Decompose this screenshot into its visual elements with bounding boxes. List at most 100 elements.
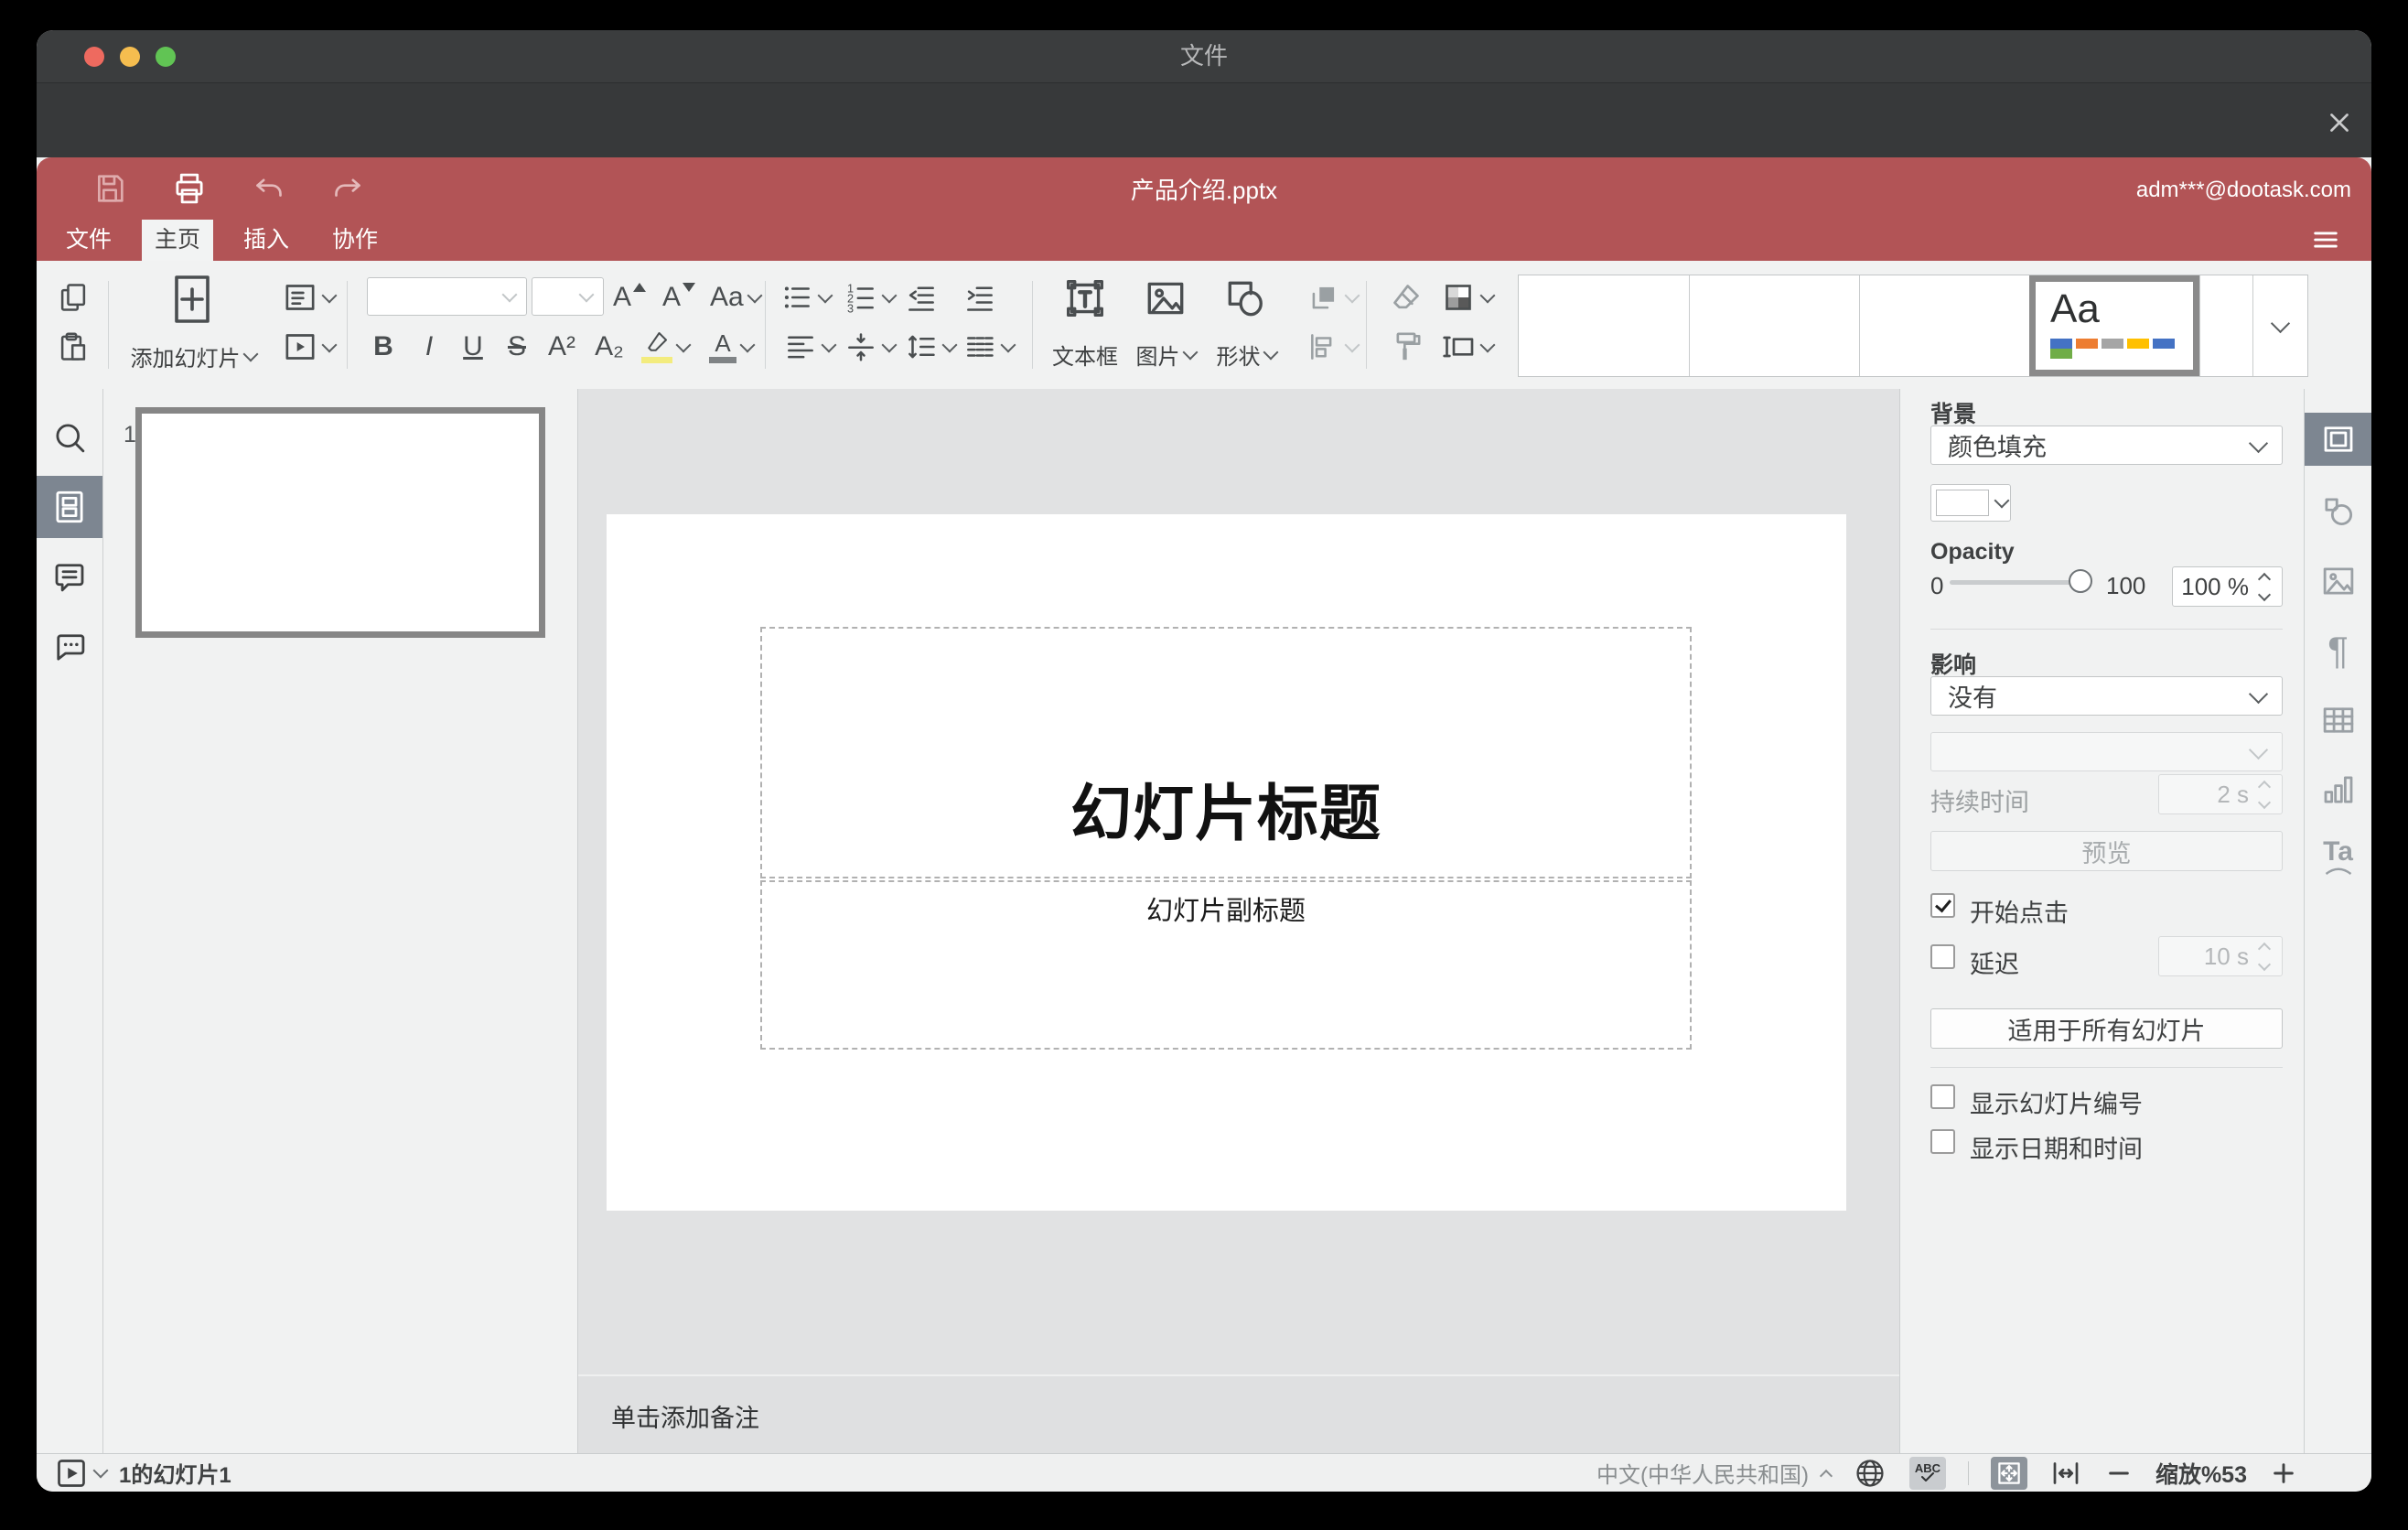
delay-checkbox[interactable]	[1930, 944, 1955, 969]
background-color-picker[interactable]	[1930, 484, 2011, 522]
apply-to-all-slides-button[interactable]: 适用于所有幻灯片	[1930, 1008, 2283, 1049]
copy-style-button[interactable]	[1383, 327, 1429, 367]
underline-button[interactable]: U	[457, 327, 489, 367]
sidebar-item-paragraph-settings[interactable]: ¶	[2305, 620, 2371, 682]
highlight-color-icon	[641, 330, 672, 363]
sidebar-item-textart-settings[interactable]: Ta	[2305, 826, 2371, 889]
horizontal-align-button[interactable]	[783, 327, 837, 367]
align-objects-icon	[1311, 334, 1332, 360]
start-on-click-checkbox[interactable]	[1930, 893, 1955, 918]
zoom-out-icon[interactable]	[2104, 1459, 2134, 1488]
globe-icon[interactable]	[1853, 1456, 1887, 1491]
show-slide-number-checkbox[interactable]	[1930, 1084, 1955, 1109]
slide-thumbnail[interactable]	[135, 407, 545, 638]
opacity-spinner[interactable]: 100 %	[2172, 566, 2283, 607]
change-case-button[interactable]: Aa	[710, 277, 763, 318]
slider-track	[1950, 580, 2080, 585]
theme-item[interactable]	[1689, 275, 1859, 376]
left-sidebar	[37, 389, 103, 1453]
background-fill-select[interactable]: 颜色填充	[1930, 426, 2283, 465]
tab-file[interactable]: 文件	[53, 220, 124, 261]
sidebar-item-search[interactable]	[37, 406, 102, 469]
decrease-indent-button[interactable]	[904, 277, 939, 318]
theme-gallery-expand-button[interactable]	[2252, 275, 2307, 376]
copy-button[interactable]	[53, 277, 93, 318]
fit-width-icon[interactable]	[2049, 1457, 2082, 1490]
numbering-icon: 1 2 3	[847, 282, 874, 315]
color-scheme-button[interactable]	[1440, 277, 1496, 318]
chart-settings-icon	[2324, 776, 2352, 803]
thumbnail-number: 1	[124, 422, 136, 447]
sidebar-item-chart-settings[interactable]	[2305, 759, 2371, 821]
add-slide-button[interactable]	[146, 274, 238, 325]
tab-home[interactable]: 主页	[142, 220, 214, 261]
spellcheck-button[interactable]: ABC	[1908, 1456, 1946, 1490]
effect-select[interactable]: 没有	[1930, 676, 2283, 716]
slide-editor: 幻灯片标题 幻灯片副标题	[578, 389, 1899, 1374]
subtitle-placeholder[interactable]: 幻灯片副标题	[760, 880, 1692, 1050]
clear-style-button[interactable]	[1383, 277, 1429, 318]
insert-shape-button[interactable]: 形状	[1202, 274, 1290, 376]
strikeout-button[interactable]: S	[501, 327, 532, 367]
language-selector[interactable]: 中文(中华人民共和国)	[1596, 1457, 1833, 1489]
sidebar-item-table-settings[interactable]	[2305, 689, 2371, 751]
add-slide-label[interactable]: 添加幻灯片	[115, 336, 271, 376]
spinner-arrows-icon[interactable]	[2257, 572, 2272, 601]
vertical-align-button[interactable]	[844, 327, 898, 367]
increase-font-size-button[interactable]: A	[613, 277, 647, 318]
show-date-time-checkbox[interactable]	[1930, 1129, 1955, 1154]
theme-item[interactable]	[1859, 275, 2029, 376]
add-slide-icon	[175, 275, 210, 323]
insert-image-button[interactable]: 图片	[1122, 274, 1209, 376]
fit-to-slide-button[interactable]	[1990, 1456, 2027, 1490]
slide-size-button[interactable]	[1440, 327, 1496, 367]
columns-button[interactable]	[962, 327, 1016, 367]
effect-label: 影响	[1930, 652, 1977, 678]
bullets-button[interactable]	[779, 277, 833, 318]
spinner-arrows-icon	[2257, 780, 2272, 809]
title-placeholder[interactable]: 幻灯片标题	[760, 627, 1692, 878]
superscript-button[interactable]: A²	[543, 327, 580, 367]
sidebar-item-slide-settings[interactable]	[2305, 413, 2371, 466]
slider-knob[interactable]	[2069, 569, 2092, 593]
bold-button[interactable]: B	[368, 327, 399, 367]
sidebar-item-shape-settings[interactable]	[2305, 480, 2371, 543]
font-size-select[interactable]	[532, 277, 604, 316]
highlight-color-button[interactable]	[637, 327, 693, 367]
font-color-button[interactable]: A	[704, 327, 758, 367]
line-spacing-icon	[908, 335, 935, 359]
italic-button[interactable]: I	[414, 327, 445, 367]
font-name-select[interactable]	[367, 277, 527, 316]
slide-layout-button[interactable]	[276, 277, 340, 318]
close-icon[interactable]	[2324, 107, 2355, 138]
zoom-in-icon[interactable]	[2269, 1459, 2298, 1488]
paste-icon	[60, 332, 86, 361]
numbering-button[interactable]: 1 2 3	[844, 277, 898, 318]
sidebar-item-chat[interactable]	[37, 616, 102, 678]
opacity-slider[interactable]	[1900, 563, 2138, 599]
subscript-button[interactable]: A₂	[591, 327, 628, 367]
theme-item-selected[interactable]: Aa	[2029, 275, 2199, 376]
tab-collaboration[interactable]: 协作	[319, 220, 391, 261]
increase-indent-button[interactable]	[962, 277, 997, 318]
tab-insert[interactable]: 插入	[231, 220, 302, 261]
theme-item[interactable]	[1519, 275, 1689, 376]
arrange-shape-button[interactable]	[1306, 277, 1360, 318]
play-icon	[58, 1459, 85, 1487]
sidebar-item-slides[interactable]	[37, 476, 102, 538]
insert-textbox-button[interactable]: 文本框	[1041, 274, 1129, 376]
menu-icon[interactable]	[2307, 224, 2344, 255]
sidebar-item-comments[interactable]	[37, 545, 102, 608]
align-shape-button[interactable]	[1306, 327, 1360, 367]
decrease-font-size-button[interactable]: A	[662, 277, 696, 318]
sidebar-item-image-settings[interactable]	[2305, 550, 2371, 612]
theme-item[interactable]	[2199, 275, 2252, 376]
slide-canvas[interactable]: 幻灯片标题 幻灯片副标题	[607, 514, 1846, 1211]
start-slideshow-button[interactable]	[276, 327, 340, 367]
shape-settings-icon	[2324, 498, 2352, 526]
notes-area[interactable]: 单击添加备注	[578, 1374, 1899, 1453]
main-area: 1 幻灯片标题 幻灯片副标题 单击添加备注 背景 颜色填充 Opacity 0 …	[37, 389, 2371, 1453]
line-spacing-button[interactable]	[904, 327, 958, 367]
paste-button[interactable]	[53, 327, 93, 367]
start-slideshow-status-button[interactable]	[55, 1457, 109, 1490]
